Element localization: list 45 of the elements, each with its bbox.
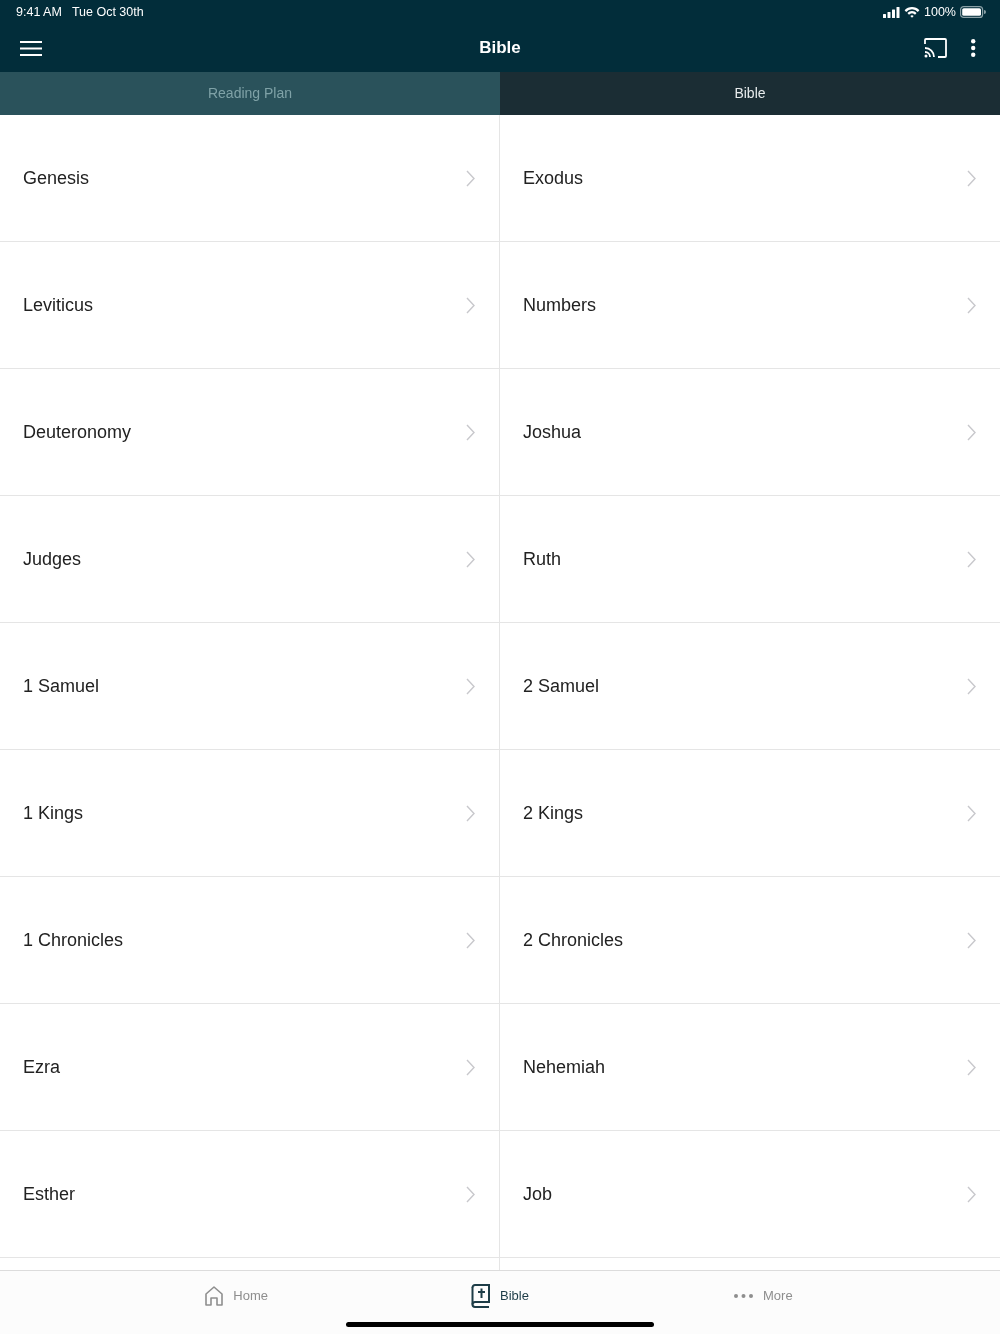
- cast-icon: [924, 38, 947, 58]
- chevron-right-icon: [967, 931, 976, 949]
- menu-icon: [20, 40, 42, 56]
- book-list-item[interactable]: 1 Samuel: [0, 623, 500, 750]
- chevron-right-icon: [967, 1058, 976, 1076]
- menu-button[interactable]: [20, 40, 42, 56]
- chevron-right-icon: [466, 169, 475, 187]
- nav-tab[interactable]: Bible: [368, 1283, 632, 1309]
- chevron-right-icon: [967, 804, 976, 822]
- chevron-right-icon: [466, 1185, 475, 1203]
- chevron-right-icon: [466, 1058, 475, 1076]
- chevron-right-icon: [466, 296, 475, 314]
- book-list-item[interactable]: Deuteronomy: [0, 369, 500, 496]
- chevron-right-icon: [466, 423, 475, 441]
- cast-button[interactable]: [924, 38, 947, 58]
- chevron-right-icon: [466, 804, 475, 822]
- signal-icon: [883, 6, 900, 18]
- home-icon: [205, 1286, 224, 1306]
- chevron-right-icon: [967, 296, 976, 314]
- chevron-right-icon: [466, 550, 475, 568]
- chevron-right-icon: [967, 1185, 976, 1203]
- book-list-item[interactable]: Esther: [0, 1131, 500, 1258]
- wifi-icon: [904, 6, 920, 18]
- book-list-item[interactable]: Ezra: [0, 1004, 500, 1131]
- book-list-item[interactable]: 1 Chronicles: [0, 877, 500, 1004]
- app-title: Bible: [478, 37, 522, 60]
- more-options-button[interactable]: [971, 39, 976, 57]
- chevron-right-icon: [967, 169, 976, 187]
- book-list-item[interactable]: Leviticus: [0, 242, 500, 369]
- chevron-right-icon: [967, 677, 976, 695]
- more-vertical-icon: [971, 39, 976, 57]
- book-list-item[interactable]: Judges: [0, 496, 500, 623]
- tab[interactable]: Bible: [500, 72, 1000, 115]
- chevron-right-icon: [466, 677, 475, 695]
- chevron-right-icon: [466, 931, 475, 949]
- status-date: Tue Oct 30th: [71, 3, 144, 21]
- chevron-right-icon: [967, 423, 976, 441]
- book-list-item[interactable]: 1 Kings: [0, 750, 500, 877]
- status-time: 9:41 AM: [16, 3, 62, 21]
- book-list-item[interactable]: Genesis: [0, 115, 500, 242]
- book-cross-icon: [471, 1284, 491, 1308]
- chevron-right-icon: [967, 550, 976, 568]
- battery-icon: [960, 6, 986, 18]
- battery-percent: 100%: [924, 3, 956, 21]
- dots-icon: [734, 1294, 753, 1298]
